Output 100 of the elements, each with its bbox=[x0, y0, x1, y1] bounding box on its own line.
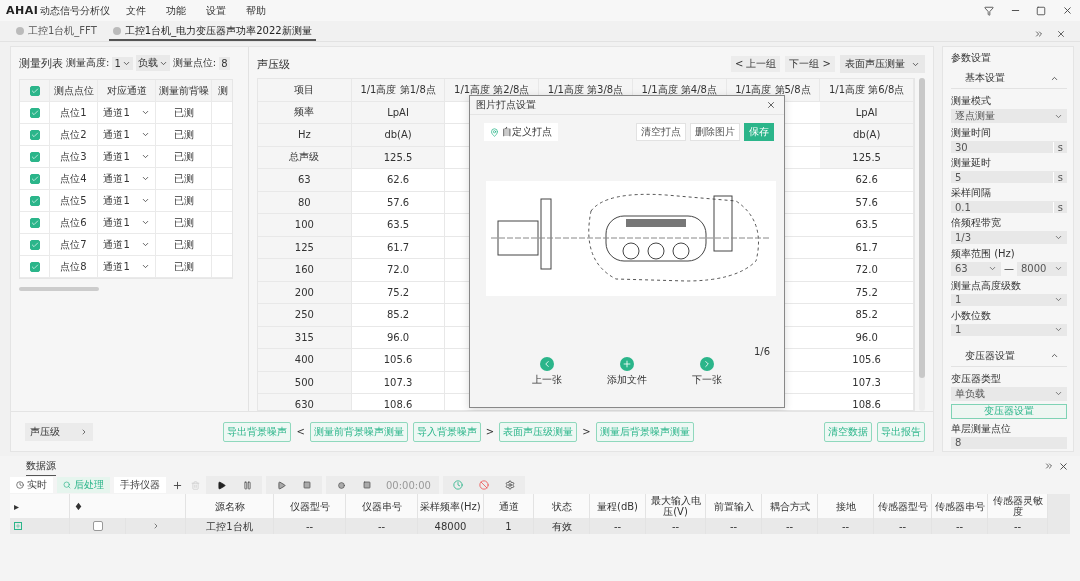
channel-select[interactable]: 通道1 bbox=[98, 234, 156, 256]
channel-select[interactable]: 通道1 bbox=[98, 212, 156, 234]
table-cell: 72.0 bbox=[820, 259, 914, 282]
panel-title: 测量列表 bbox=[19, 55, 63, 71]
table-cell: 已测 bbox=[156, 168, 212, 190]
height-select[interactable]: 1 bbox=[112, 56, 133, 70]
table-cell: 总声级 bbox=[258, 146, 352, 169]
nav-label[interactable]: 下一张 bbox=[691, 373, 722, 387]
menu-item[interactable]: 功能 bbox=[162, 3, 191, 18]
table-cell: 已测 bbox=[156, 146, 212, 168]
clock-icon bbox=[16, 481, 24, 489]
field-label: 倍频程带宽 bbox=[951, 216, 1002, 231]
checkbox[interactable] bbox=[29, 129, 40, 140]
select-field[interactable]: 单负载 bbox=[951, 386, 1067, 401]
stop-icon[interactable] bbox=[300, 478, 314, 492]
select-field[interactable]: 8000 bbox=[1017, 261, 1067, 276]
table-cell: -- bbox=[706, 518, 762, 534]
input-field[interactable]: 30 s bbox=[951, 141, 1067, 154]
chevron-down-icon bbox=[140, 240, 150, 249]
section-header[interactable]: 变压器设置 bbox=[951, 345, 1067, 367]
app-logo: AHAI bbox=[6, 4, 39, 17]
input-field[interactable]: 5 s bbox=[951, 171, 1067, 184]
timer: 00:00:00 bbox=[386, 479, 431, 491]
mode-tab[interactable]: 手持仪器 bbox=[114, 477, 166, 493]
load-select[interactable]: 负载 bbox=[135, 55, 170, 71]
mode-tab[interactable]: 实时 bbox=[10, 477, 53, 493]
checkbox[interactable] bbox=[29, 85, 40, 96]
chevron-down-icon bbox=[140, 218, 150, 227]
field-label: 变压器类型 bbox=[951, 371, 1002, 386]
chevron-right-icon bbox=[699, 357, 714, 371]
nav-label[interactable]: 上一张 bbox=[532, 373, 563, 387]
checkbox[interactable] bbox=[29, 239, 40, 250]
previous-group-button[interactable]: < 上一组 bbox=[730, 56, 781, 72]
chevron-left-icon bbox=[540, 357, 555, 371]
field-label: 采样间隔 bbox=[951, 186, 992, 201]
expand-icon[interactable] bbox=[14, 522, 22, 530]
table-cell: 105.6 bbox=[351, 349, 446, 372]
table-cell: 63.5 bbox=[351, 214, 446, 237]
document-tab[interactable]: 工控1台机_电力变压器声功率2022新测量 bbox=[108, 22, 316, 41]
select-field[interactable]: 逐点测量 bbox=[951, 109, 1067, 123]
column-header: ▸ bbox=[10, 494, 70, 518]
checkbox[interactable] bbox=[29, 261, 40, 272]
select-field[interactable]: 1 bbox=[951, 323, 1067, 336]
field-label: 测量点高度级数 bbox=[951, 278, 1022, 293]
clock-icon[interactable] bbox=[450, 478, 465, 492]
checkbox[interactable] bbox=[29, 173, 40, 184]
table-cell: 63.5 bbox=[820, 214, 914, 237]
dialog-button[interactable]: 删除图片 bbox=[690, 123, 740, 141]
table-cell: -- bbox=[818, 518, 874, 534]
checkbox[interactable] bbox=[29, 107, 40, 118]
menu-item[interactable]: 文件 bbox=[122, 3, 151, 18]
channel-select[interactable]: 通道1 bbox=[98, 124, 156, 146]
column-header: 传感器串号 bbox=[932, 494, 988, 518]
nav-label[interactable]: 添加文件 bbox=[607, 373, 647, 387]
channel-select[interactable]: 通道1 bbox=[98, 256, 156, 278]
stop-icon[interactable] bbox=[360, 478, 374, 492]
column-header: 仪器型号 bbox=[274, 494, 346, 518]
dialog-button[interactable]: 清空打点 bbox=[636, 123, 686, 141]
section-header[interactable]: 基本设置 bbox=[951, 68, 1067, 89]
panel-title: 参数设置 bbox=[951, 51, 992, 65]
channel-select[interactable]: 通道1 bbox=[98, 168, 156, 190]
column-header: 最大输入电压(V) bbox=[646, 494, 706, 518]
checkbox[interactable] bbox=[29, 151, 40, 162]
table-cell: 315 bbox=[258, 326, 352, 349]
panel-tab[interactable]: 数据源 bbox=[26, 456, 56, 476]
input-field[interactable]: 0.1 s bbox=[951, 201, 1067, 214]
step-arrow: > bbox=[582, 426, 591, 437]
field-label: 单层测量点位 bbox=[951, 421, 1012, 436]
table-cell: 75.2 bbox=[820, 281, 914, 304]
custom-point-button[interactable]: 自定义打点 bbox=[484, 123, 558, 141]
checkbox[interactable] bbox=[29, 195, 40, 206]
table-cell: 点位3 bbox=[50, 146, 98, 168]
table-cell: 63 bbox=[258, 169, 352, 192]
channel-select[interactable]: 通道1 bbox=[98, 102, 156, 124]
select-field[interactable]: 63 bbox=[951, 261, 1001, 276]
table-cell: -- bbox=[590, 518, 646, 534]
input-field[interactable]: 8 bbox=[951, 436, 1067, 449]
field-label: 测量模式 bbox=[951, 94, 992, 108]
checkbox[interactable] bbox=[92, 521, 103, 531]
select-field[interactable]: 1 bbox=[951, 293, 1067, 306]
table-cell: 85.2 bbox=[351, 304, 446, 327]
column-header: 测点点位 bbox=[50, 80, 98, 102]
table-cell: 125 bbox=[258, 236, 352, 259]
chevron-down-icon bbox=[140, 130, 150, 139]
menu-item[interactable]: 帮助 bbox=[242, 3, 271, 18]
table-cell: 点位2 bbox=[50, 124, 98, 146]
table-cell: 160 bbox=[258, 259, 352, 282]
select-field[interactable]: 1/3 bbox=[951, 231, 1067, 244]
document-tab[interactable]: 工控1台机_FFT bbox=[12, 22, 101, 41]
mode-select[interactable]: 表面声压测量 bbox=[840, 55, 925, 73]
channel-select[interactable]: 通道1 bbox=[98, 146, 156, 168]
table-cell: -- bbox=[874, 518, 932, 534]
table-cell: 400 bbox=[258, 349, 352, 372]
channel-select[interactable]: 通道1 bbox=[98, 190, 156, 212]
next-group-button[interactable]: 下一组 > bbox=[785, 56, 835, 72]
ban-icon[interactable] bbox=[476, 478, 491, 492]
checkbox[interactable] bbox=[29, 217, 40, 228]
view-select[interactable]: 声压级 bbox=[25, 422, 93, 441]
menu-item[interactable]: 设置 bbox=[202, 3, 231, 18]
column-header: 仪器串号 bbox=[346, 494, 418, 518]
